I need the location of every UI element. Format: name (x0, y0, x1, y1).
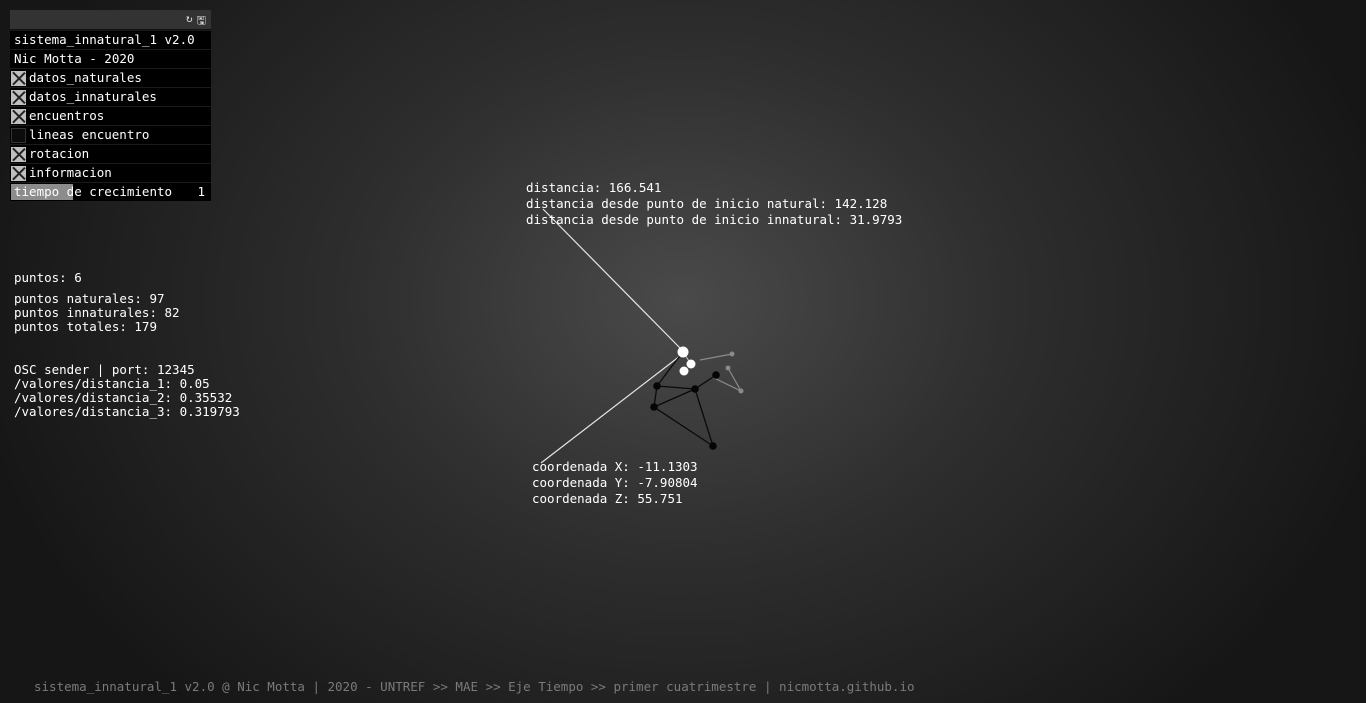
panel-title: sistema_innatural_1 v2.0 (10, 30, 211, 49)
coordinate-z: coordenada Z: 55.751 (532, 491, 683, 506)
ghost-path (699, 353, 733, 361)
checkbox-checked-icon[interactable] (11, 146, 26, 162)
points-count: puntos: 6 (14, 270, 82, 285)
toggle-label: datos_innaturales (29, 89, 157, 104)
total-points-count: puntos totales: 179 (14, 319, 157, 334)
natural-point (686, 359, 696, 369)
ghost-point (738, 388, 744, 394)
slider-tiempo-de-crecimiento[interactable]: tiempo de crecimiento 1 (10, 182, 211, 201)
innatural-path (653, 351, 717, 448)
distance-leader-line (542, 208, 681, 349)
toggle-informacion[interactable]: informacion (10, 163, 211, 182)
toggle-label: datos_naturales (29, 70, 142, 85)
ghost-point (729, 351, 735, 357)
natural-point (679, 366, 689, 376)
checkbox-checked-icon[interactable] (11, 108, 26, 124)
toggle-rotacion[interactable]: rotacion (10, 144, 211, 163)
innatural-points-count: puntos innaturales: 82 (14, 305, 180, 320)
distance-innatural-start: distancia desde punto de inicio innatura… (526, 212, 903, 227)
footer-credits: sistema_innatural_1 v2.0 @ Nic Motta | 2… (34, 679, 915, 694)
checkbox-checked-icon[interactable] (11, 89, 26, 105)
panel-header[interactable]: ↻ 🖫 (10, 10, 211, 30)
toggle-encuentros[interactable]: encuentros (10, 106, 211, 125)
slider-value: 1 (197, 184, 205, 199)
innatural-point (653, 382, 661, 390)
slider-label: tiempo de crecimiento (14, 184, 173, 199)
save-icon[interactable]: 🖫 (197, 12, 206, 31)
toggle-label: rotacion (29, 146, 90, 161)
innatural-point (712, 371, 720, 379)
checkbox-checked-icon[interactable] (11, 70, 26, 86)
refresh-icon[interactable]: ↻ (186, 12, 193, 31)
innatural-point (691, 385, 699, 393)
distance-value: distancia: 166.541 (526, 180, 662, 195)
osc-distancia-3: /valores/distancia_3: 0.319793 (14, 404, 240, 419)
toggle-datos-naturales[interactable]: datos_naturales (10, 68, 211, 87)
coordinate-leader-line (540, 355, 681, 464)
innatural-point (650, 403, 658, 411)
sketch-canvas: ↻ 🖫 sistema_innatural_1 v2.0 Nic Motta -… (0, 0, 1366, 703)
ghost-point (725, 365, 731, 371)
innatural-path-2 (653, 385, 696, 408)
checkbox-unchecked-icon[interactable] (11, 127, 26, 143)
osc-distancia-1: /valores/distancia_1: 0.05 (14, 376, 210, 391)
toggle-label: lineas encuentro (29, 127, 150, 142)
distance-natural-start: distancia desde punto de inicio natural:… (526, 196, 888, 211)
toggle-lineas-encuentro[interactable]: lineas encuentro (10, 125, 211, 144)
panel-author: Nic Motta - 2020 (10, 49, 211, 68)
osc-sender: OSC sender | port: 12345 (14, 362, 195, 377)
toggle-datos-innaturales[interactable]: datos_innaturales (10, 87, 211, 106)
toggle-label: informacion (29, 165, 112, 180)
coordinate-y: coordenada Y: -7.90804 (532, 475, 698, 490)
toggle-label: encuentros (29, 108, 105, 123)
innatural-point (709, 442, 717, 450)
natural-points-count: puntos naturales: 97 (14, 291, 165, 306)
coordinate-x: coordenada X: -11.1303 (532, 459, 698, 474)
osc-distancia-2: /valores/distancia_2: 0.35532 (14, 390, 233, 405)
natural-point (677, 346, 689, 358)
checkbox-checked-icon[interactable] (11, 165, 26, 181)
control-panel: ↻ 🖫 sistema_innatural_1 v2.0 Nic Motta -… (10, 10, 211, 201)
